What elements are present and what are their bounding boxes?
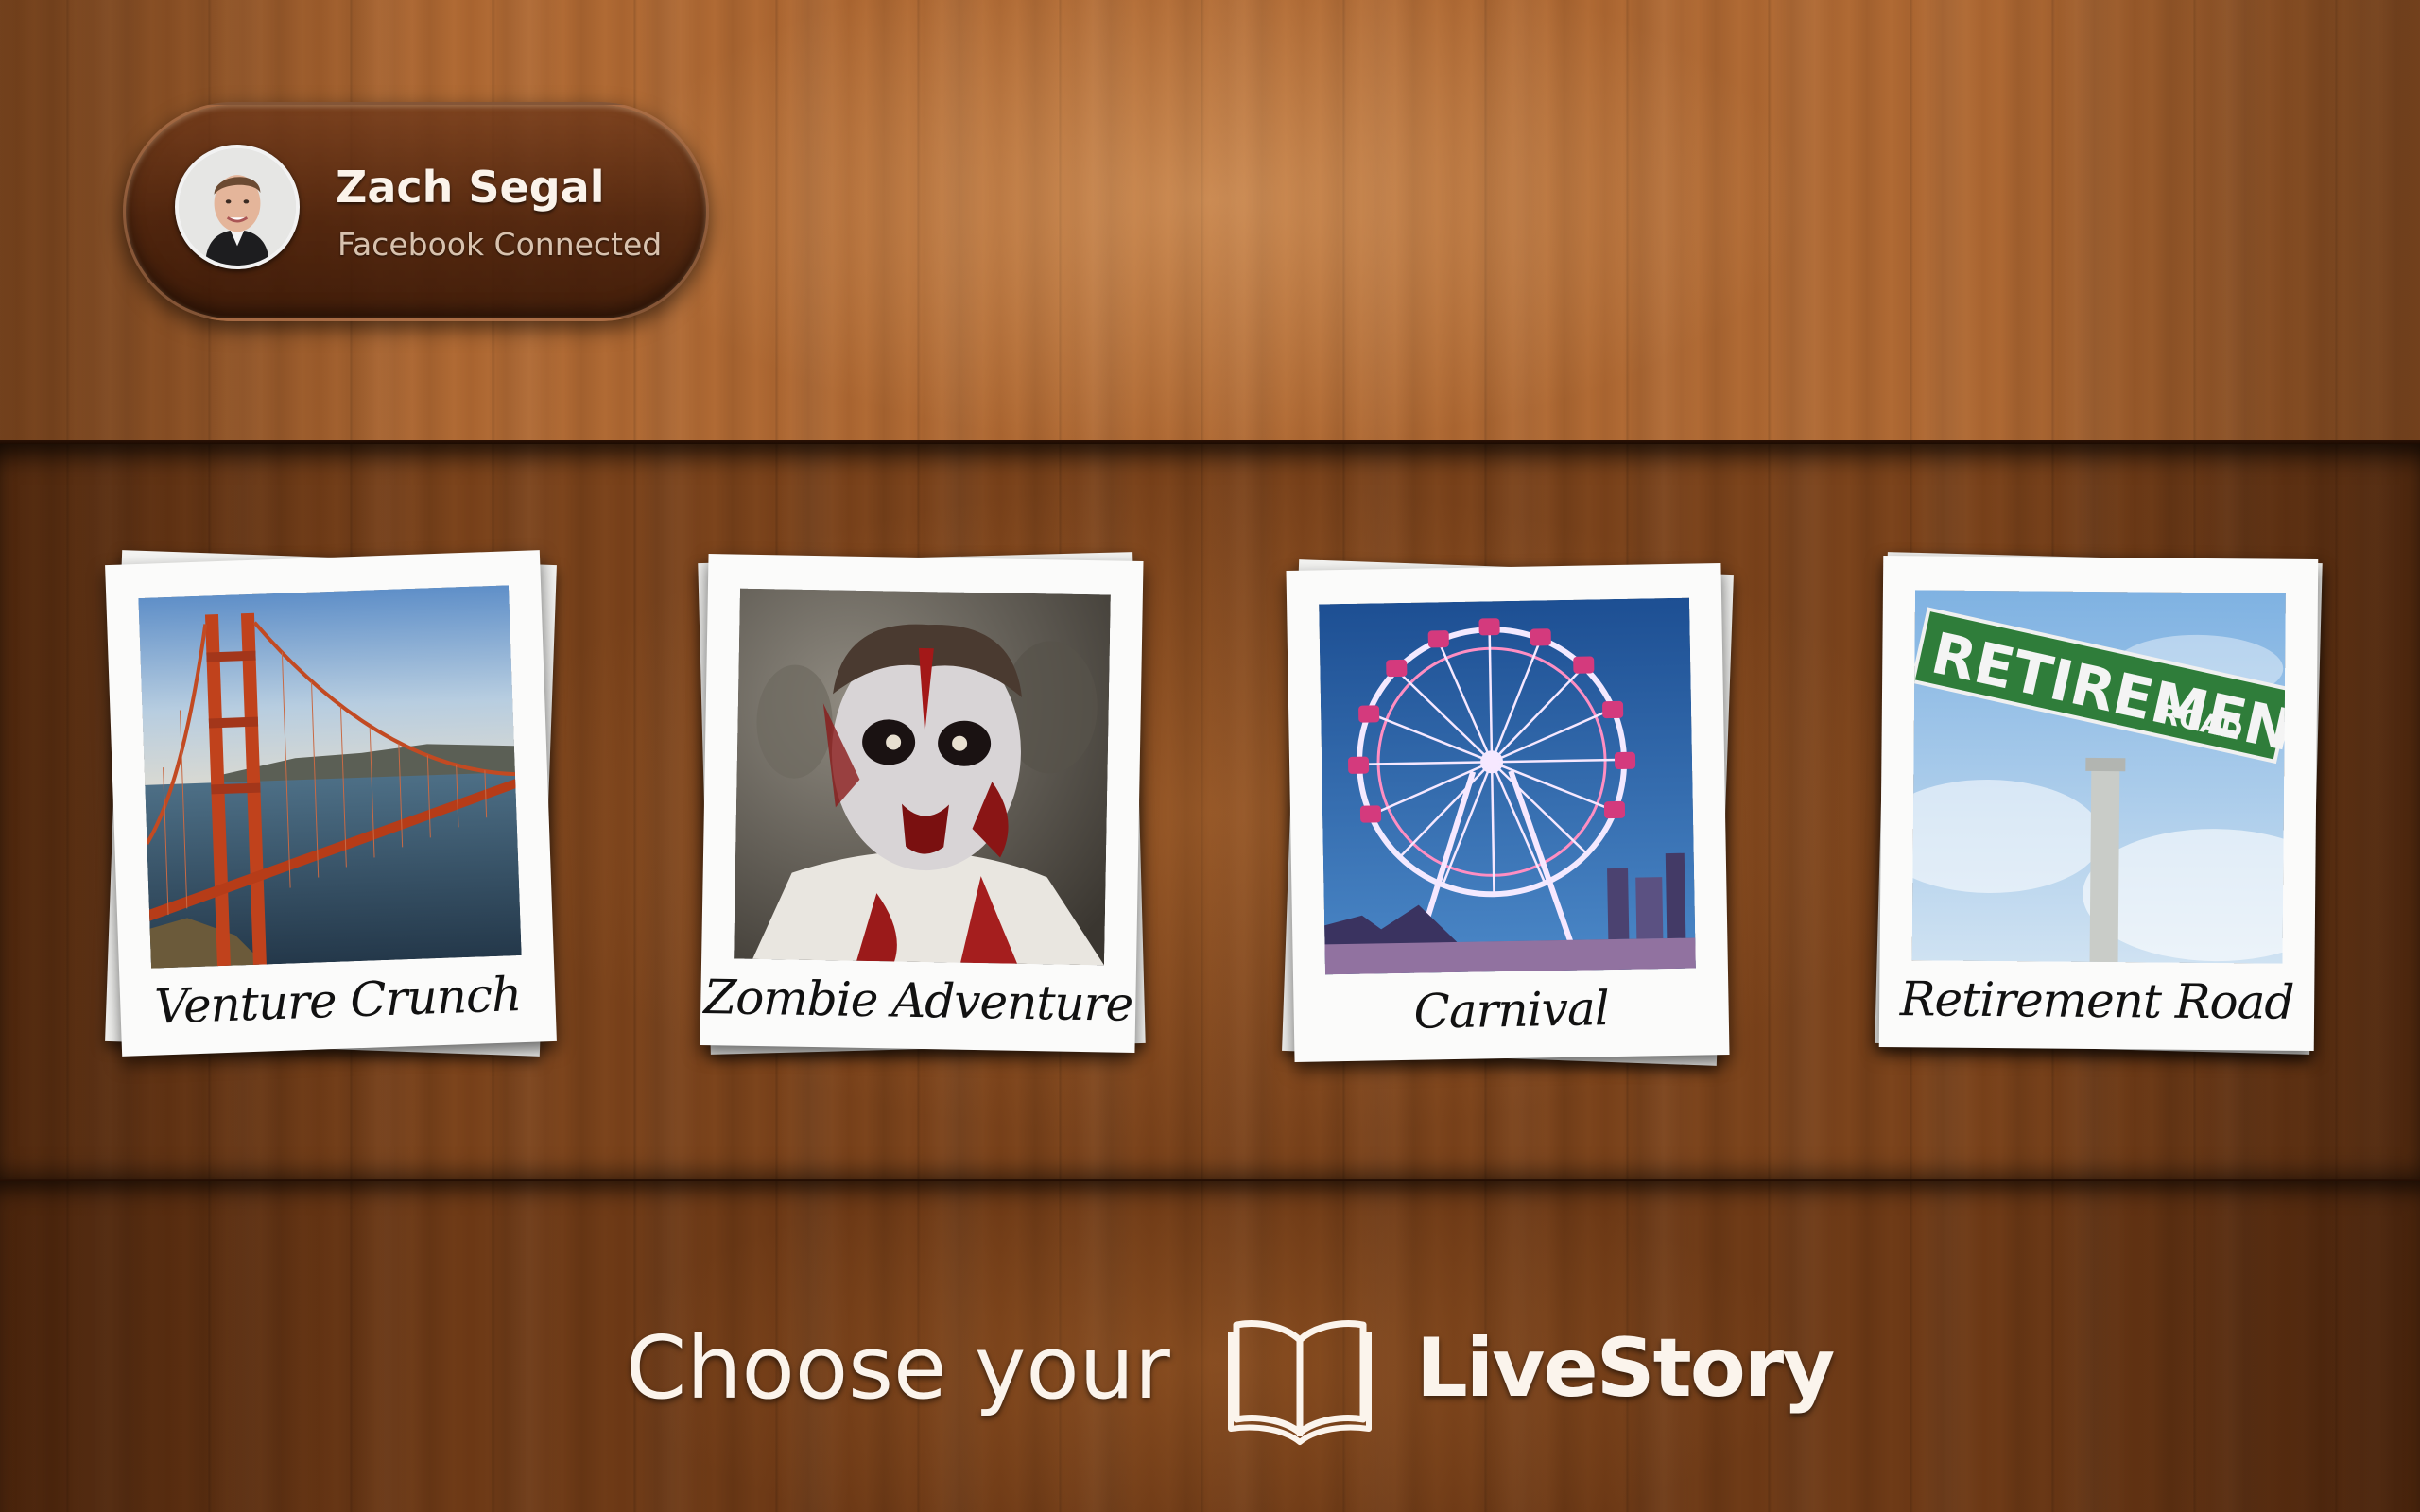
- polaroid-front: Venture Crunch: [105, 550, 557, 1057]
- story-title: Carnival: [1413, 981, 1610, 1040]
- story-card-zombie-adventure[interactable]: Zombie Adventure: [698, 552, 1146, 1055]
- street-sign-photo: RETIREMENT ROAD: [1911, 590, 2286, 964]
- profile-status: Facebook Connected: [337, 226, 663, 263]
- polaroid-front: Zombie Adventure: [700, 554, 1144, 1053]
- user-avatar: [175, 145, 300, 269]
- story-card-carnival[interactable]: Carnival: [1282, 559, 1734, 1066]
- choose-prompt: Choose your: [626, 1317, 1170, 1418]
- story-card-venture-crunch[interactable]: Venture Crunch: [105, 550, 557, 1057]
- polaroid-front: RETIREMENT ROAD Retirement Road: [1878, 556, 2319, 1051]
- story-title: Venture Crunch: [153, 967, 523, 1035]
- story-title: Zombie Adventure: [703, 970, 1133, 1032]
- facebook-profile-button[interactable]: Zach Segal Facebook Connected: [123, 102, 709, 321]
- zombie-face-photo: [734, 588, 1111, 966]
- profile-name: Zach Segal: [336, 162, 605, 213]
- polaroid-front: Carnival: [1286, 563, 1730, 1062]
- story-card-retirement-road[interactable]: RETIREMENT ROAD Retirement Road: [1875, 552, 2323, 1055]
- story-title: Retirement Road: [1899, 971, 2294, 1030]
- golden-gate-bridge-photo: [138, 585, 522, 969]
- footer-title: Choose your LiveStory: [0, 1304, 2420, 1446]
- avatar-portrait-icon: [179, 148, 296, 266]
- livestory-logo-text: LiveStory: [1416, 1321, 1835, 1416]
- open-book-icon: [1227, 1314, 1373, 1446]
- ferris-wheel-photo: [1319, 597, 1696, 975]
